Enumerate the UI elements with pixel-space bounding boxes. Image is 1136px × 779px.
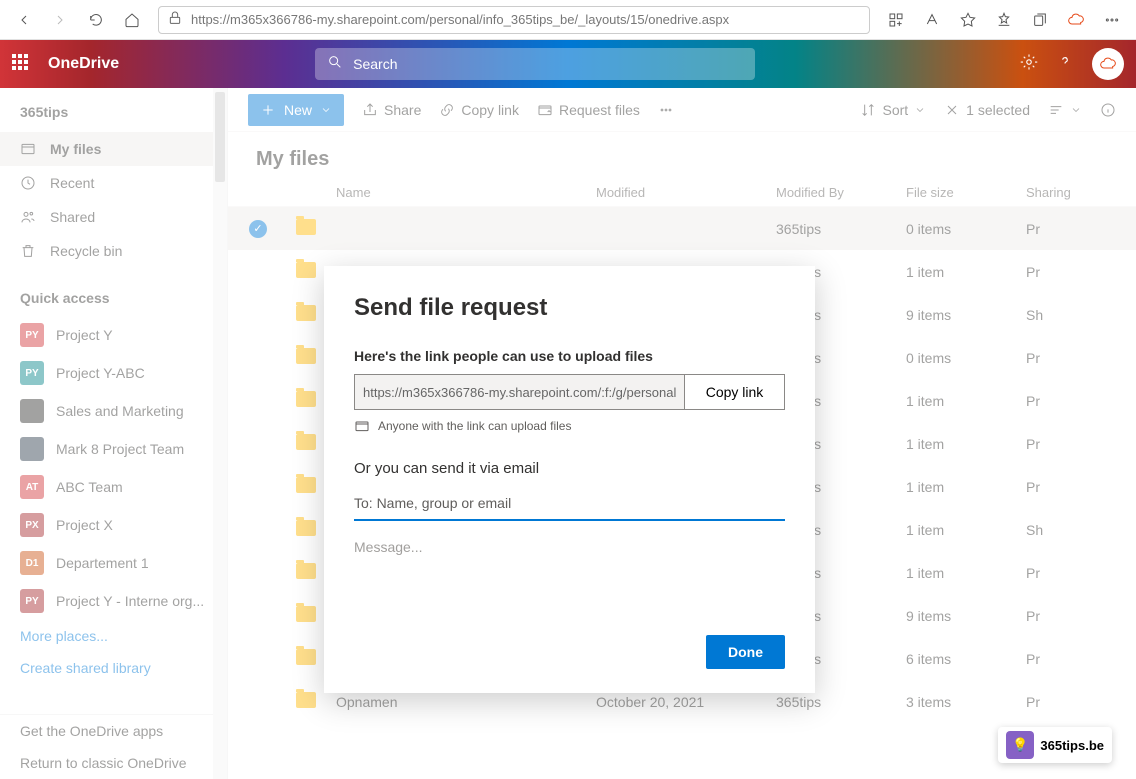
search-box[interactable]: [315, 48, 755, 80]
lightbulb-icon: 💡: [1006, 731, 1034, 759]
read-aloud-button[interactable]: [916, 4, 948, 36]
apps-button[interactable]: [880, 4, 912, 36]
brand-name: OneDrive: [48, 55, 119, 73]
favorites-button[interactable]: [988, 4, 1020, 36]
browser-toolbar: https://m365x366786-my.sharepoint.com/pe…: [0, 0, 1136, 40]
send-file-request-dialog: Send file request Here's the link people…: [324, 266, 815, 693]
search-input[interactable]: [353, 56, 743, 72]
or-send-label: Or you can send it via email: [354, 460, 785, 477]
permission-text: Anyone with the link can upload files: [354, 418, 785, 434]
back-button[interactable]: [8, 4, 40, 36]
suite-bar: OneDrive: [0, 40, 1136, 88]
app-launcher[interactable]: [12, 54, 32, 74]
more-button[interactable]: [1096, 4, 1128, 36]
address-bar[interactable]: https://m365x366786-my.sharepoint.com/pe…: [158, 6, 870, 34]
share-link-input[interactable]: [354, 374, 685, 410]
to-field[interactable]: To: Name, group or email: [354, 491, 785, 521]
watermark-badge: 💡 365tips.be: [998, 727, 1112, 763]
settings-icon[interactable]: [1020, 53, 1038, 76]
forward-button[interactable]: [44, 4, 76, 36]
lock-icon: [167, 10, 183, 29]
help-icon[interactable]: [1056, 53, 1074, 76]
onedrive-ext-icon[interactable]: [1060, 4, 1092, 36]
account-avatar[interactable]: [1092, 48, 1124, 80]
favorite-button[interactable]: [952, 4, 984, 36]
refresh-button[interactable]: [80, 4, 112, 36]
url-text: https://m365x366786-my.sharepoint.com/pe…: [191, 12, 861, 27]
collections-button[interactable]: [1024, 4, 1056, 36]
dialog-title: Send file request: [354, 294, 785, 322]
done-button[interactable]: Done: [706, 635, 785, 669]
message-field[interactable]: Message...: [354, 539, 785, 555]
copy-link-modal-button[interactable]: Copy link: [685, 374, 785, 410]
home-button[interactable]: [116, 4, 148, 36]
link-label: Here's the link people can use to upload…: [354, 348, 785, 364]
search-icon: [327, 54, 343, 75]
